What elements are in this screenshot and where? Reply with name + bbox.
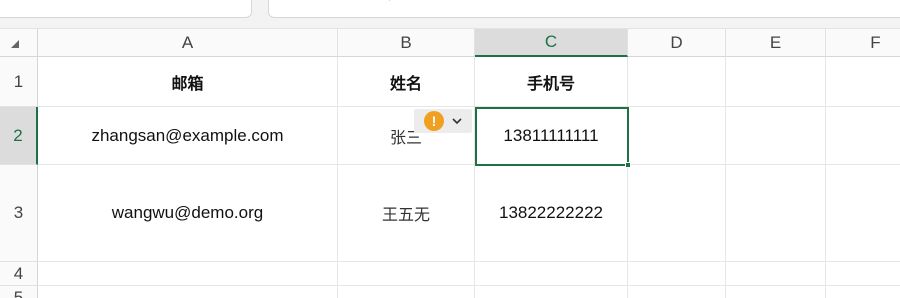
cell-c5[interactable] xyxy=(475,286,628,298)
active-cell-border xyxy=(475,107,629,166)
cell-b3[interactable]: 王五无 xyxy=(338,165,475,262)
cell-f2[interactable] xyxy=(826,107,900,165)
zoom-formula-icon[interactable] xyxy=(301,0,325,1)
cell-a1[interactable]: 邮箱 xyxy=(38,57,338,107)
cell-f4[interactable] xyxy=(826,262,900,286)
cell-d4[interactable] xyxy=(628,262,726,286)
row-header-4[interactable]: 4 xyxy=(0,262,38,286)
column-header-a[interactable]: A xyxy=(38,29,338,57)
column-header-c[interactable]: C xyxy=(475,29,628,57)
cell-e2[interactable] xyxy=(726,107,826,165)
formula-divider xyxy=(389,0,390,1)
formula-toolbar: C2 ƒx 13811111111 xyxy=(0,0,900,29)
select-all-icon xyxy=(11,40,19,48)
cell-e1[interactable] xyxy=(726,57,826,107)
cell-d2[interactable] xyxy=(628,107,726,165)
cell-a5[interactable] xyxy=(38,286,338,298)
cell-c4[interactable] xyxy=(475,262,628,286)
cell-f1[interactable] xyxy=(826,57,900,107)
row-header-2[interactable]: 2 xyxy=(0,107,38,165)
error-smart-tag[interactable]: ! xyxy=(414,109,472,133)
cell-b1[interactable]: 姓名 xyxy=(338,57,475,107)
cell-d5[interactable] xyxy=(628,286,726,298)
warning-icon[interactable]: ! xyxy=(424,111,444,131)
chevron-down-icon[interactable] xyxy=(451,115,463,127)
formula-bar[interactable]: ƒx 13811111111 xyxy=(268,0,900,18)
cell-c1[interactable]: 手机号 xyxy=(475,57,628,107)
cell-e5[interactable] xyxy=(726,286,826,298)
cell-a2[interactable]: zhangsan@example.com xyxy=(38,107,338,165)
row-header-3[interactable]: 3 xyxy=(0,165,38,262)
cell-d3[interactable] xyxy=(628,165,726,262)
cell-c3[interactable]: 13822222222 xyxy=(475,165,628,262)
cell-a3[interactable]: wangwu@demo.org xyxy=(38,165,338,262)
select-all-corner[interactable] xyxy=(0,29,38,57)
cell-a4[interactable] xyxy=(38,262,338,286)
column-header-e[interactable]: E xyxy=(726,29,826,57)
cell-f5[interactable] xyxy=(826,286,900,298)
cell-b4[interactable] xyxy=(338,262,475,286)
fill-handle[interactable] xyxy=(625,162,631,168)
column-header-d[interactable]: D xyxy=(628,29,726,57)
cell-e4[interactable] xyxy=(726,262,826,286)
row-header-1[interactable]: 1 xyxy=(0,57,38,107)
cell-f3[interactable] xyxy=(826,165,900,262)
cell-b5[interactable] xyxy=(338,286,475,298)
cell-e3[interactable] xyxy=(726,165,826,262)
column-header-b[interactable]: B xyxy=(338,29,475,57)
cell-d1[interactable] xyxy=(628,57,726,107)
row-header-5[interactable]: 5 xyxy=(0,286,38,298)
name-box[interactable]: C2 xyxy=(0,0,252,18)
column-header-f[interactable]: F xyxy=(826,29,900,57)
